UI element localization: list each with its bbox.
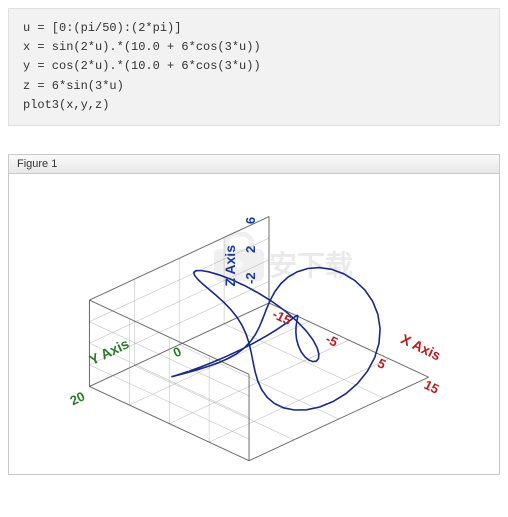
code-line-5: plot3(x,y,z) [23, 98, 109, 112]
svg-text:2: 2 [243, 246, 258, 253]
svg-text:-5: -5 [323, 331, 340, 350]
figure-title-label: Figure 1 [17, 158, 57, 170]
figure-body[interactable]: 安下载 -15-5515020-226 X AxisY AxisZ Axis [9, 174, 499, 474]
plot-grid [89, 216, 428, 460]
svg-text:-2: -2 [243, 272, 258, 284]
plot-3d: -15-5515020-226 X AxisY AxisZ Axis [24, 179, 484, 469]
svg-text:X Axis: X Axis [398, 331, 443, 364]
svg-text:6: 6 [243, 217, 258, 224]
axis-labels: X Axis Y Axis Z Axis [87, 245, 444, 368]
svg-text:15: 15 [422, 377, 442, 397]
svg-text:Z Axis: Z Axis [222, 245, 238, 287]
code-block: u = [0:(pi/50):(2*pi)] x = sin(2*u).*(10… [8, 8, 500, 126]
plot-curve [171, 268, 380, 410]
figure-window: Figure 1 安下载 -15-5515020-226 X AxisY Axi… [8, 154, 500, 475]
svg-text:-15: -15 [270, 306, 293, 328]
code-line-3: y = cos(2*u).*(10.0 + 6*cos(3*u)) [23, 59, 261, 73]
svg-text:20: 20 [68, 388, 88, 408]
code-line-4: z = 6*sin(3*u) [23, 79, 124, 93]
svg-text:Y Axis: Y Axis [87, 335, 132, 368]
code-line-2: x = sin(2*u).*(10.0 + 6*cos(3*u)) [23, 40, 261, 54]
svg-text:5: 5 [375, 355, 388, 372]
code-line-1: u = [0:(pi/50):(2*pi)] [23, 21, 181, 35]
figure-title-bar[interactable]: Figure 1 [9, 155, 499, 174]
